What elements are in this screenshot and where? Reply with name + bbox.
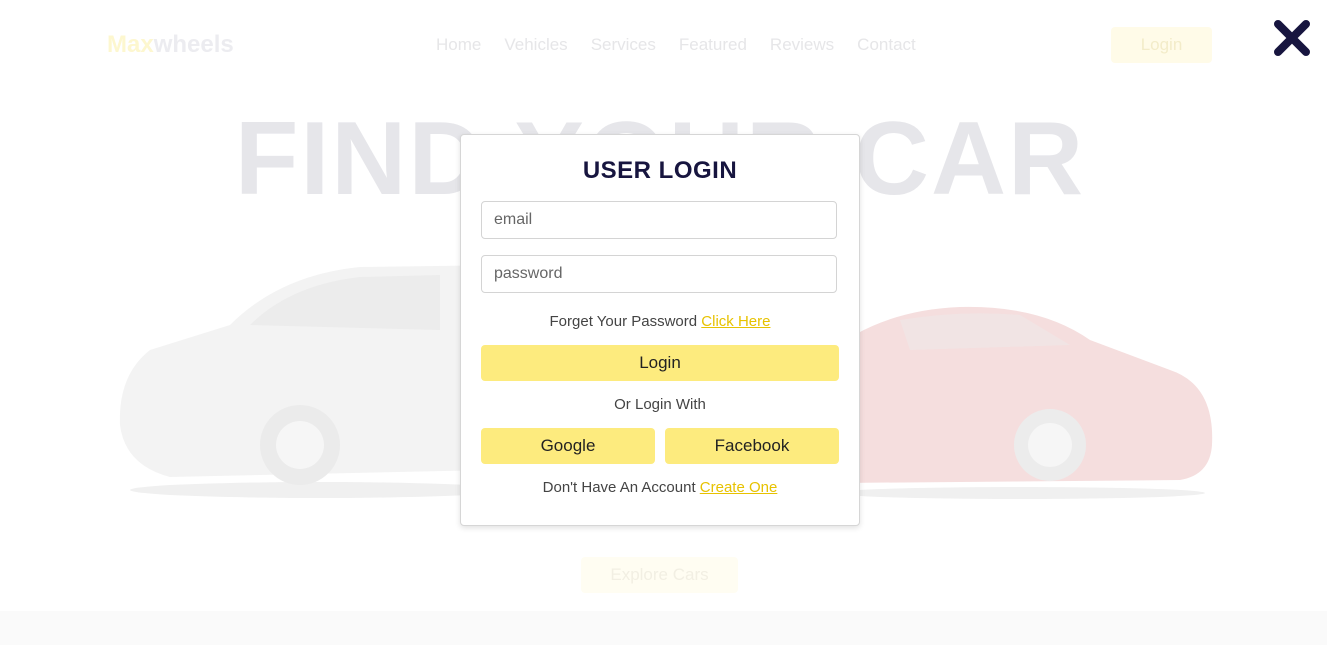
- create-account-link[interactable]: Create One: [700, 479, 778, 496]
- nav-contact[interactable]: Contact: [857, 35, 916, 55]
- explore-cars-button[interactable]: Explore Cars: [581, 557, 738, 593]
- logo-part-max: Max: [107, 31, 154, 58]
- nav-reviews[interactable]: Reviews: [770, 35, 834, 55]
- nav-vehicles[interactable]: Vehicles: [504, 35, 567, 55]
- signup-row: Don't Have An Account Create One: [461, 479, 859, 496]
- logo[interactable]: Maxwheels: [107, 31, 234, 59]
- forgot-password-text: Forget Your Password: [549, 313, 698, 330]
- red-sedan-image: [825, 306, 1213, 499]
- bottom-section: [0, 611, 1327, 645]
- forgot-password-row: Forget Your Password Click Here: [461, 313, 859, 330]
- main-nav: Home Vehicles Services Featured Reviews …: [436, 35, 916, 55]
- modal-title: USER LOGIN: [582, 157, 738, 184]
- nav-featured[interactable]: Featured: [679, 35, 747, 55]
- nav-home[interactable]: Home: [436, 35, 481, 55]
- facebook-login-button[interactable]: Facebook: [665, 428, 839, 464]
- password-field[interactable]: [481, 255, 837, 293]
- header-login-button[interactable]: Login: [1111, 27, 1212, 63]
- login-modal: USER LOGIN Forget Your Password Click He…: [460, 134, 860, 526]
- google-login-button[interactable]: Google: [481, 428, 655, 464]
- logo-part-wheels: wheels: [153, 31, 234, 58]
- nav-services[interactable]: Services: [591, 35, 656, 55]
- signup-text: Don't Have An Account: [542, 479, 696, 496]
- login-button[interactable]: Login: [481, 345, 839, 381]
- close-icon[interactable]: [1272, 18, 1312, 58]
- or-login-with-text: Or Login With: [614, 396, 706, 413]
- forgot-password-link[interactable]: Click Here: [701, 313, 770, 330]
- email-field[interactable]: [481, 201, 837, 239]
